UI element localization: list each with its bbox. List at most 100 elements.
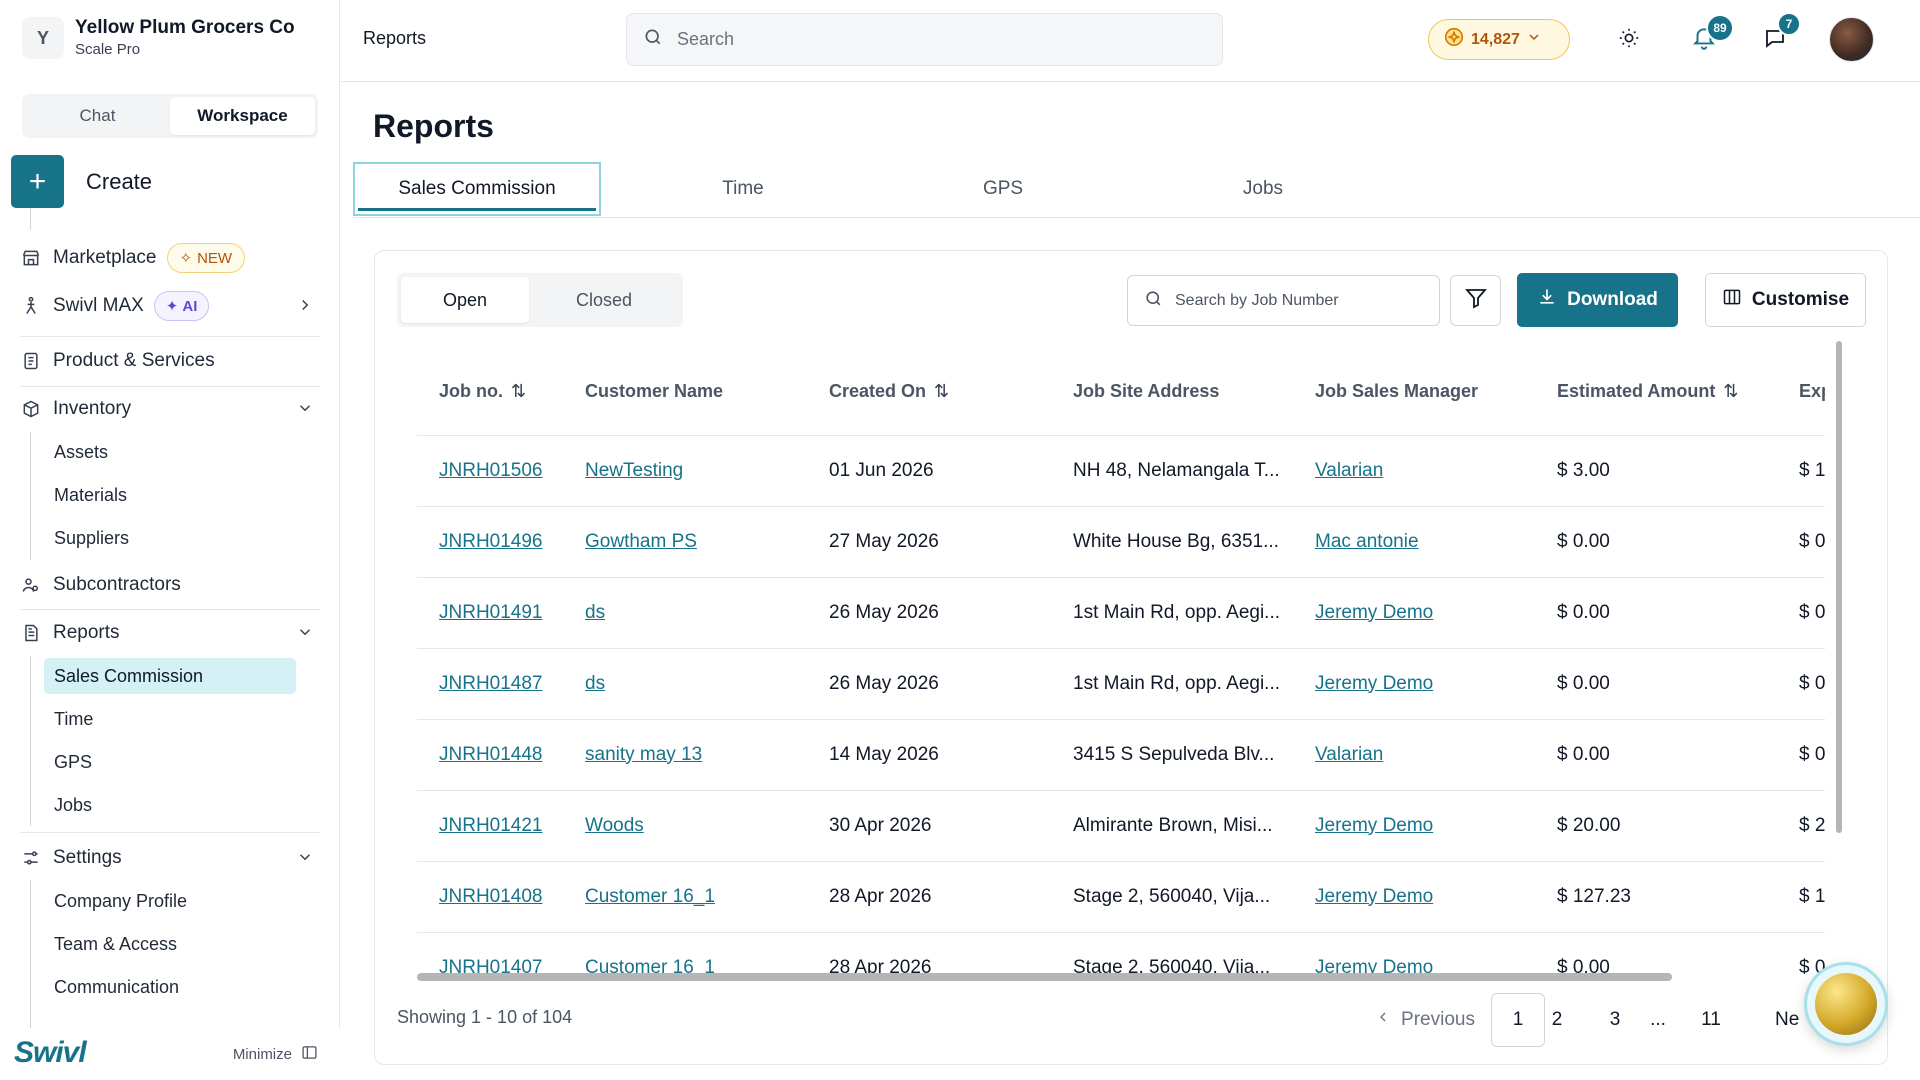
messages-button[interactable]: 7 bbox=[1755, 12, 1801, 60]
sidebar-item-products[interactable]: Product & Services bbox=[20, 343, 320, 379]
job-number-cell[interactable]: JNRH01496 bbox=[417, 506, 563, 578]
job-number-cell[interactable]: JNRH01448 bbox=[417, 719, 563, 791]
job-number-cell[interactable]: JNRH01487 bbox=[417, 648, 563, 720]
closed-tab[interactable]: Closed bbox=[529, 277, 679, 323]
assistant-fab[interactable] bbox=[1804, 962, 1888, 1046]
sidebar-item-label: Settings bbox=[53, 847, 122, 868]
column-header-created-on[interactable]: Created On ⇅ bbox=[807, 349, 1051, 436]
customer-name-cell[interactable]: ds bbox=[563, 648, 807, 720]
sales-manager-cell[interactable]: Jeremy Demo bbox=[1293, 648, 1535, 720]
horizontal-scrollbar[interactable] bbox=[417, 973, 1672, 981]
job-number-link[interactable]: JNRH01408 bbox=[439, 886, 543, 907]
column-header-job-no[interactable]: Job no. ⇅ bbox=[417, 349, 563, 436]
sidebar-item-inventory[interactable]: Inventory bbox=[20, 391, 320, 427]
customise-button[interactable]: Customise bbox=[1705, 273, 1866, 327]
sidebar-item-materials[interactable]: Materials bbox=[44, 477, 296, 513]
job-number-link[interactable]: JNRH01448 bbox=[439, 744, 543, 765]
sales-manager-link[interactable]: Valarian bbox=[1315, 744, 1383, 765]
sales-manager-link[interactable]: Jeremy Demo bbox=[1315, 815, 1433, 836]
sort-icon[interactable]: ⇅ bbox=[1723, 381, 1738, 401]
customer-name-cell[interactable]: Gowtham PS bbox=[563, 506, 807, 578]
sidebar-item-time[interactable]: Time bbox=[44, 701, 296, 737]
job-number-cell[interactable]: JNRH01506 bbox=[417, 435, 563, 507]
sidebar-item-assets[interactable]: Assets bbox=[44, 434, 296, 470]
customer-name-cell[interactable]: sanity may 13 bbox=[563, 719, 807, 791]
filter-button[interactable] bbox=[1450, 275, 1501, 326]
sidebar-item-swivl-max[interactable]: Swivl MAX ✦ AI bbox=[20, 288, 320, 324]
user-avatar[interactable] bbox=[1829, 17, 1874, 62]
sales-manager-link[interactable]: Valarian bbox=[1315, 460, 1383, 481]
tab-gps[interactable]: GPS bbox=[923, 162, 1083, 216]
customer-name-cell[interactable]: Customer 16_1 bbox=[563, 932, 807, 993]
page-2-button[interactable]: 2 bbox=[1537, 993, 1577, 1047]
create-button[interactable]: + Create bbox=[11, 155, 152, 208]
customer-name-link[interactable]: Woods bbox=[585, 815, 644, 836]
tab-time[interactable]: Time bbox=[663, 162, 823, 216]
job-number-cell[interactable]: JNRH01408 bbox=[417, 861, 563, 933]
org-switcher[interactable]: Y Yellow Plum Grocers Co Scale Pro bbox=[22, 16, 295, 60]
job-search-input[interactable] bbox=[1175, 291, 1435, 310]
customer-name-link[interactable]: Gowtham PS bbox=[585, 531, 697, 552]
coins-balance[interactable]: 14,827 bbox=[1428, 19, 1570, 60]
sales-manager-link[interactable]: Jeremy Demo bbox=[1315, 886, 1433, 907]
sales-manager-cell[interactable]: Mac antonie bbox=[1293, 506, 1535, 578]
job-number-link[interactable]: JNRH01421 bbox=[439, 815, 543, 836]
tab-sales-commission[interactable]: Sales Commission bbox=[353, 162, 601, 216]
search-input[interactable] bbox=[677, 29, 1177, 50]
sidebar-item-company-profile[interactable]: Company Profile bbox=[44, 883, 296, 919]
open-tab[interactable]: Open bbox=[401, 277, 529, 323]
job-number-link[interactable]: JNRH01496 bbox=[439, 531, 543, 552]
commission-table-container[interactable]: Job no. ⇅ Customer Name Created On ⇅ Job S… bbox=[417, 349, 1825, 993]
previous-page-button[interactable]: Previous bbox=[1365, 993, 1485, 1047]
sales-manager-cell[interactable]: Jeremy Demo bbox=[1293, 790, 1535, 862]
customer-name-cell[interactable]: ds bbox=[563, 577, 807, 649]
job-number-link[interactable]: JNRH01491 bbox=[439, 602, 543, 623]
customer-name-link[interactable]: sanity may 13 bbox=[585, 744, 702, 765]
sales-manager-cell[interactable]: Jeremy Demo bbox=[1293, 932, 1535, 993]
page-11-button[interactable]: 11 bbox=[1691, 993, 1731, 1047]
sidebar-item-team-access[interactable]: Team & Access bbox=[44, 926, 296, 962]
customer-name-link[interactable]: ds bbox=[585, 602, 605, 623]
chat-tab[interactable]: Chat bbox=[25, 97, 170, 135]
sidebar-item-subcontractors[interactable]: Subcontractors bbox=[20, 567, 320, 603]
customer-name-link[interactable]: Customer 16_1 bbox=[585, 886, 715, 907]
sidebar-item-gps[interactable]: GPS bbox=[44, 744, 296, 780]
column-header-estimated-amount[interactable]: Estimated Amount ⇅ bbox=[1535, 349, 1777, 436]
tab-jobs[interactable]: Jobs bbox=[1183, 162, 1343, 216]
sidebar-item-suppliers[interactable]: Suppliers bbox=[44, 520, 296, 556]
sales-manager-link[interactable]: Jeremy Demo bbox=[1315, 673, 1433, 694]
theme-toggle-button[interactable] bbox=[1609, 20, 1649, 60]
sales-manager-cell[interactable]: Valarian bbox=[1293, 435, 1535, 507]
sort-icon[interactable]: ⇅ bbox=[934, 381, 949, 401]
sidebar-item-marketplace[interactable]: Marketplace ✧ NEW bbox=[20, 240, 320, 276]
global-search[interactable] bbox=[626, 13, 1223, 66]
customer-name-cell[interactable]: NewTesting bbox=[563, 435, 807, 507]
sidebar-item-reports[interactable]: Reports bbox=[20, 615, 320, 651]
vertical-scrollbar[interactable] bbox=[1836, 341, 1842, 833]
customer-name-link[interactable]: ds bbox=[585, 673, 605, 694]
sales-manager-cell[interactable]: Valarian bbox=[1293, 719, 1535, 791]
workspace-tab[interactable]: Workspace bbox=[170, 97, 315, 135]
sales-manager-cell[interactable]: Jeremy Demo bbox=[1293, 861, 1535, 933]
sales-manager-cell[interactable]: Jeremy Demo bbox=[1293, 577, 1535, 649]
sidebar-item-communication[interactable]: Communication bbox=[44, 969, 296, 1005]
sidebar-item-settings[interactable]: Settings bbox=[20, 840, 320, 876]
notifications-button[interactable]: 89 bbox=[1684, 14, 1734, 60]
job-number-cell[interactable]: JNRH01491 bbox=[417, 577, 563, 649]
customer-name-link[interactable]: NewTesting bbox=[585, 460, 683, 481]
job-search[interactable] bbox=[1127, 275, 1440, 326]
download-button[interactable]: Download bbox=[1517, 273, 1678, 327]
sales-manager-link[interactable]: Mac antonie bbox=[1315, 531, 1419, 552]
minimize-button[interactable]: Minimize bbox=[233, 1044, 318, 1065]
customer-name-cell[interactable]: Customer 16_1 bbox=[563, 861, 807, 933]
page-3-button[interactable]: 3 bbox=[1595, 993, 1635, 1047]
job-number-cell[interactable]: JNRH01421 bbox=[417, 790, 563, 862]
sidebar-item-jobs[interactable]: Jobs bbox=[44, 787, 296, 823]
customer-name-cell[interactable]: Woods bbox=[563, 790, 807, 862]
sales-manager-link[interactable]: Jeremy Demo bbox=[1315, 602, 1433, 623]
sidebar-item-sales-commission[interactable]: Sales Commission bbox=[44, 658, 296, 694]
job-number-link[interactable]: JNRH01506 bbox=[439, 460, 543, 481]
sort-icon[interactable]: ⇅ bbox=[511, 381, 526, 401]
job-number-cell[interactable]: JNRH01407 bbox=[417, 932, 563, 993]
job-number-link[interactable]: JNRH01487 bbox=[439, 673, 543, 694]
